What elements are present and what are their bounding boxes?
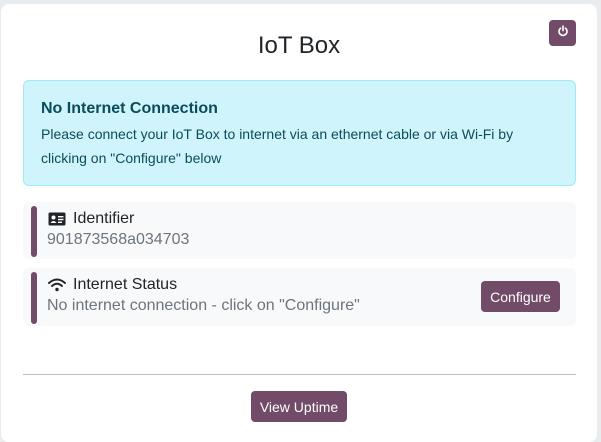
power-icon (557, 24, 569, 42)
wifi-icon (47, 277, 66, 293)
row-accent-bar (31, 272, 37, 324)
iot-box-card: IoT Box No Internet Connection Please co… (1, 4, 597, 442)
identifier-row: Identifier 901873568a034703 (23, 202, 576, 259)
page-title: IoT Box (257, 32, 341, 59)
no-internet-alert: No Internet Connection Please connect yo… (23, 80, 576, 186)
configure-button[interactable]: Configure (481, 281, 560, 312)
power-button[interactable] (549, 20, 576, 46)
internet-status-label: Internet Status (73, 276, 178, 293)
divider (23, 374, 576, 375)
alert-heading: No Internet Connection (41, 100, 218, 117)
id-card-icon (47, 211, 66, 227)
internet-status-row: Internet Status No internet connection -… (23, 268, 576, 326)
identifier-label-group: Identifier (47, 210, 134, 228)
internet-status-label-group: Internet Status (47, 276, 177, 294)
identifier-value: 901873568a034703 (47, 231, 190, 248)
internet-status-value: No internet connection - click on "Confi… (47, 297, 360, 314)
view-uptime-button[interactable]: View Uptime (251, 391, 347, 422)
identifier-label: Identifier (73, 210, 135, 227)
alert-message: Please connect your IoT Box to internet … (41, 126, 514, 166)
row-accent-bar (31, 206, 37, 257)
